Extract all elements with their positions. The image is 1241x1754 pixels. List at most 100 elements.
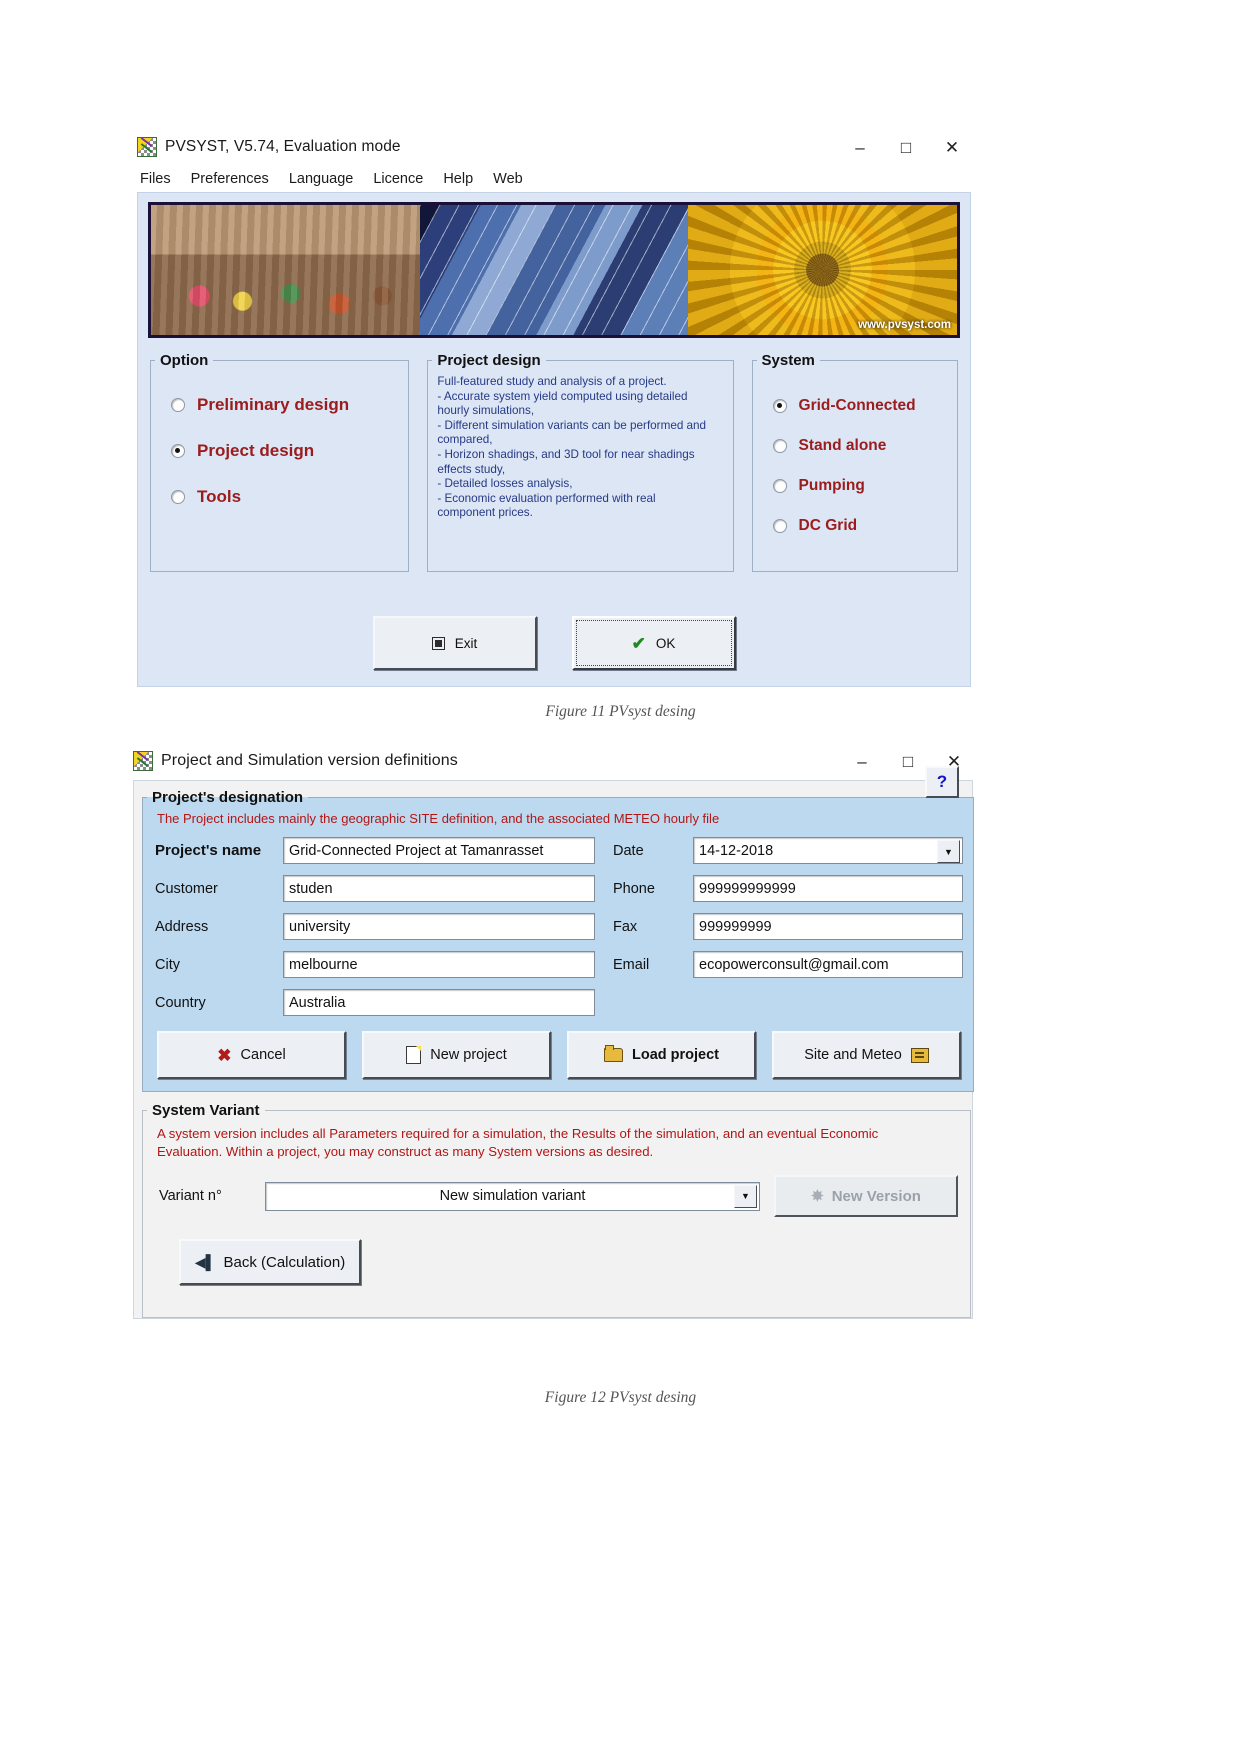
back-calculation-button[interactable]: ◀▌ Back (Calculation) [179,1239,361,1285]
system-variant-info-line-1: A system version includes all Parameters… [157,1126,879,1141]
city-input[interactable]: melbourne [283,951,595,978]
maximize-icon[interactable]: □ [897,139,915,156]
cross-icon: ✖ [217,1045,232,1065]
radio-label: Stand alone [798,437,887,454]
cancel-button-label: Cancel [240,1047,286,1063]
window-controls: – □ ✕ [851,128,971,166]
country-input[interactable]: Australia [283,989,595,1016]
designation-left-column: Project's name Grid-Connected Project at… [155,836,595,1017]
chevron-down-icon[interactable]: ▼ [937,840,960,863]
main-window-button-row: Exit ✔ OK [138,616,970,686]
radio-stand-alone[interactable]: Stand alone [753,437,957,455]
pointing-hand-icon [910,1047,929,1063]
system-variant-legend: System Variant [152,1102,260,1119]
check-icon: ✔ [631,633,646,653]
menu-item-licence[interactable]: Licence [373,171,423,187]
radio-label: Grid-Connected [798,397,916,414]
radio-grid-connected[interactable]: Grid-Connected [753,397,957,415]
sparkle-icon: ✸ [811,1188,824,1205]
radio-label: Tools [197,487,242,506]
radio-label: DC Grid [798,517,858,534]
field-label: Email [613,956,650,973]
banner-photo-solar-panels [419,205,689,335]
radio-project-design[interactable]: Project design [151,441,408,461]
radio-icon[interactable] [772,519,787,533]
minimize-icon[interactable]: – [851,139,869,156]
project-design-legend: Project design [437,352,541,369]
radio-label: Pumping [798,477,865,494]
radio-dc-grid[interactable]: DC Grid [753,517,957,535]
banner-photo-village [151,205,420,335]
new-version-button[interactable]: ✸ New Version [774,1175,958,1217]
menu-item-help[interactable]: Help [443,171,473,187]
menu-item-preferences[interactable]: Preferences [191,171,269,187]
fax-input[interactable]: 999999999 [693,913,963,940]
system-group-legend: System [761,352,815,369]
header-banner-image: www.pvsyst.com [148,202,960,338]
menu-bar: Files Preferences Language Licence Help … [137,166,971,192]
stop-square-icon [431,636,445,650]
radio-tools[interactable]: Tools [151,487,408,507]
radio-icon[interactable] [171,398,185,412]
desc-line: component prices. [437,506,533,520]
pvsyst-app-icon [133,751,153,771]
project-design-description: Full-featured study and analysis of a pr… [428,369,732,521]
open-folder-icon [603,1045,623,1062]
designation-fields-grid: Project's name Grid-Connected Project at… [143,828,973,1017]
radio-pumping[interactable]: Pumping [753,477,957,495]
phone-input[interactable]: 999999999999 [693,875,963,902]
exit-button-label: Exit [454,635,478,651]
designation-legend: Project's designation [152,789,304,806]
date-input[interactable]: 14-12-2018 ▼ [693,837,963,864]
customer-input[interactable]: studen [283,875,595,902]
chevron-down-icon[interactable]: ▼ [734,1184,757,1208]
field-label: Date [613,842,644,859]
radio-label: Project design [197,441,315,460]
desc-line: - Different simulation variants can be p… [437,418,707,432]
field-label: Address [155,918,209,935]
radio-preliminary-design[interactable]: Preliminary design [151,395,408,415]
menu-item-web[interactable]: Web [493,171,523,187]
address-input[interactable]: university [283,913,595,940]
variant-select[interactable]: New simulation variant ▼ [265,1181,760,1211]
radio-icon-selected[interactable] [772,399,787,413]
desc-line: - Accurate system yield computed using d… [437,389,688,403]
designation-right-column: Date 14-12-2018 ▼ Phone 999999999999 Fax… [595,836,963,1017]
new-project-button-label: New project [430,1047,507,1063]
ok-button-label: OK [655,635,676,651]
main-window-body: www.pvsyst.com Option Preliminary design… [137,192,971,687]
desc-line: - Economic evaluation performed with rea… [437,491,656,505]
minimize-icon[interactable]: – [853,753,871,770]
desc-line: Full-featured study and analysis of a pr… [437,375,667,388]
radio-icon-selected[interactable] [171,444,185,458]
field-phone: Phone 999999999999 [613,874,963,903]
window-title: PVSYST, V5.74, Evaluation mode [165,138,401,155]
pvsyst-main-window: PVSYST, V5.74, Evaluation mode – □ ✕ Fil… [137,128,971,688]
new-project-button[interactable]: New project [362,1031,551,1079]
exit-button[interactable]: Exit [372,616,537,670]
field-projects-name: Project's name Grid-Connected Project at… [155,836,595,865]
field-country: Country Australia [155,988,595,1017]
radio-icon[interactable] [772,479,787,493]
menu-item-language[interactable]: Language [289,171,354,187]
site-and-meteo-button[interactable]: Site and Meteo [772,1031,961,1079]
ok-button[interactable]: ✔ OK [571,616,736,670]
field-address: Address university [155,912,595,941]
help-button[interactable]: ? [925,766,959,798]
dialog-title-bar: Project and Simulation version definitio… [133,742,973,780]
new-page-icon [406,1046,422,1064]
option-group: Option Preliminary design Project design… [150,352,410,572]
field-fax: Fax 999999999 [613,912,963,941]
field-date: Date 14-12-2018 ▼ [613,836,963,865]
maximize-icon[interactable]: □ [899,753,917,770]
radio-icon[interactable] [171,490,185,504]
load-project-button[interactable]: Load project [567,1031,756,1079]
cancel-button[interactable]: ✖ Cancel [157,1031,346,1079]
radio-label: Preliminary design [197,395,350,414]
projects-name-input[interactable]: Grid-Connected Project at Tamanrasset [283,837,595,864]
system-variant-section: System Variant A system version includes… [142,1102,971,1318]
close-icon[interactable]: ✕ [943,139,961,156]
radio-icon[interactable] [772,439,787,453]
email-input[interactable]: ecopowerconsult@gmail.com [693,951,963,978]
menu-item-files[interactable]: Files [140,171,171,187]
